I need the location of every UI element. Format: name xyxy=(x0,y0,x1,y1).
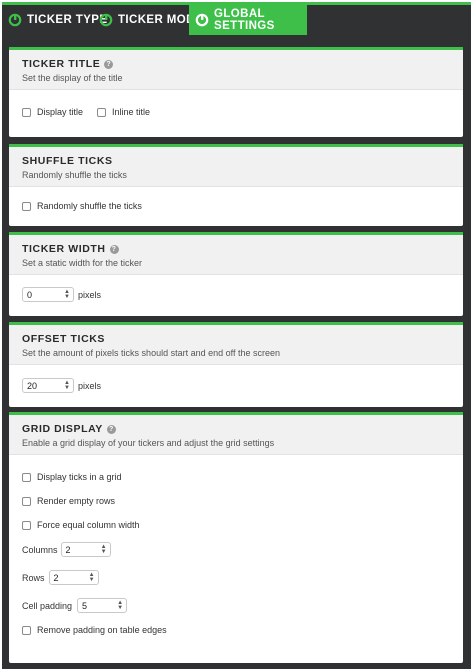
width-number-input[interactable]: 0 ▲ ▼ xyxy=(22,287,74,302)
cell-padding-input[interactable]: 5 ▲ ▼ xyxy=(77,598,128,613)
shuffle-option[interactable]: Randomly shuffle the ticks xyxy=(22,201,450,211)
ticker-logo-icon xyxy=(195,13,209,27)
grid-option[interactable]: Display ticks in a grid xyxy=(22,472,450,482)
panel-title: TICKER WIDTH xyxy=(22,243,106,255)
rows-label: Rows xyxy=(22,572,45,583)
input-value: 20 xyxy=(27,380,38,391)
panel-header: TICKER TITLE ? Set the display of the ti… xyxy=(9,50,463,90)
tab-ticker-mode[interactable]: TICKER MODE xyxy=(99,5,203,35)
input-value: 2 xyxy=(65,544,71,555)
display-title-option[interactable]: Display title xyxy=(22,107,83,117)
stepper-icon[interactable]: ▲ ▼ xyxy=(117,600,123,611)
help-icon[interactable]: ? xyxy=(109,244,119,254)
table-edges-option[interactable]: Remove padding on table edges xyxy=(22,625,450,635)
display-title-checkbox[interactable] xyxy=(22,107,31,117)
panel-ticker-width: TICKER WIDTH ? Set a static width for th… xyxy=(9,232,463,316)
unit-label: pixels xyxy=(78,289,102,300)
tab-label: GLOBAL SETTINGS xyxy=(214,8,275,32)
rows-input[interactable]: 2 ▲ ▼ xyxy=(48,570,99,585)
checkbox-label: Display ticks in a grid xyxy=(37,472,122,482)
panel-header: TICKER WIDTH ? Set a static width for th… xyxy=(9,235,463,275)
input-value: 2 xyxy=(53,572,59,583)
stepper-icon[interactable]: ▲ ▼ xyxy=(64,380,70,391)
checkbox-label: Render empty rows xyxy=(37,496,116,506)
panel-description: Randomly shuffle the ticks xyxy=(22,170,127,180)
equal-width-checkbox[interactable] xyxy=(22,520,31,530)
checkbox-label: Remove padding on table edges xyxy=(37,625,167,635)
tab-label: TICKER TYPE xyxy=(27,14,108,26)
input-value: 5 xyxy=(82,600,88,611)
checkbox-label: Force equal column width xyxy=(37,520,140,530)
panel-description: Set the amount of pixels ticks should st… xyxy=(22,348,280,358)
settings-frame: TICKER TYPE TICKER MODE GLOBAL SETTINGS … xyxy=(2,2,471,669)
panel-title: TICKER TITLE xyxy=(22,58,101,70)
ticker-logo-icon xyxy=(8,13,22,27)
unit-label: pixels xyxy=(78,380,102,391)
panel-header: GRID DISPLAY ? Enable a grid display of … xyxy=(9,415,463,455)
checkbox-label: Display title xyxy=(37,107,84,117)
stepper-icon[interactable]: ▲ ▼ xyxy=(64,289,70,300)
help-icon[interactable]: ? xyxy=(104,59,114,69)
panel-description: Set a static width for the ticker xyxy=(22,258,143,268)
empty-rows-option[interactable]: Render empty rows xyxy=(22,496,450,506)
display-grid-checkbox[interactable] xyxy=(22,472,31,482)
panel-shuffle-ticks: SHUFFLE TICKS Randomly shuffle the ticks… xyxy=(9,144,463,226)
inline-title-option[interactable]: Inline title xyxy=(97,107,150,117)
stepper-icon[interactable]: ▲ ▼ xyxy=(89,572,95,583)
panel-description: Set the display of the title xyxy=(22,73,123,83)
ticker-logo-icon xyxy=(99,13,113,27)
inline-title-checkbox[interactable] xyxy=(97,107,107,117)
panel-title: SHUFFLE TICKS xyxy=(22,155,113,167)
panel-offset-ticks: OFFSET TICKS Set the amount of pixels ti… xyxy=(9,322,463,407)
checkbox-label: Randomly shuffle the ticks xyxy=(37,201,142,211)
panel-header: SHUFFLE TICKS Randomly shuffle the ticks xyxy=(9,147,463,187)
help-icon[interactable]: ? xyxy=(106,424,116,434)
panel-grid-display: GRID DISPLAY ? Enable a grid display of … xyxy=(9,412,463,663)
panel-ticker-title: TICKER TITLE ? Set the display of the ti… xyxy=(9,47,463,137)
stepper-icon[interactable]: ▲ ▼ xyxy=(101,544,107,555)
empty-rows-checkbox[interactable] xyxy=(22,496,31,506)
panel-title: OFFSET TICKS xyxy=(22,333,106,345)
tab-global-settings[interactable]: GLOBAL SETTINGS xyxy=(189,5,307,35)
offset-number-input[interactable]: 20 ▲ ▼ xyxy=(22,378,74,393)
tab-ticker-type[interactable]: TICKER TYPE xyxy=(8,5,107,35)
equal-width-option[interactable]: Force equal column width xyxy=(22,520,450,530)
checkbox-label: Inline title xyxy=(112,107,151,117)
shuffle-checkbox[interactable] xyxy=(22,201,31,211)
panel-title: GRID DISPLAY xyxy=(22,423,103,435)
columns-label: Columns xyxy=(22,544,58,555)
columns-input[interactable]: 2 ▲ ▼ xyxy=(60,542,111,557)
panel-header: OFFSET TICKS Set the amount of pixels ti… xyxy=(9,325,463,365)
input-value: 0 xyxy=(27,289,33,300)
tab-bar: TICKER TYPE TICKER MODE GLOBAL SETTINGS xyxy=(2,2,471,35)
table-edges-checkbox[interactable] xyxy=(22,625,31,635)
cell-padding-label: Cell padding xyxy=(22,600,73,611)
panel-description: Enable a grid display of your tickers an… xyxy=(22,438,275,448)
